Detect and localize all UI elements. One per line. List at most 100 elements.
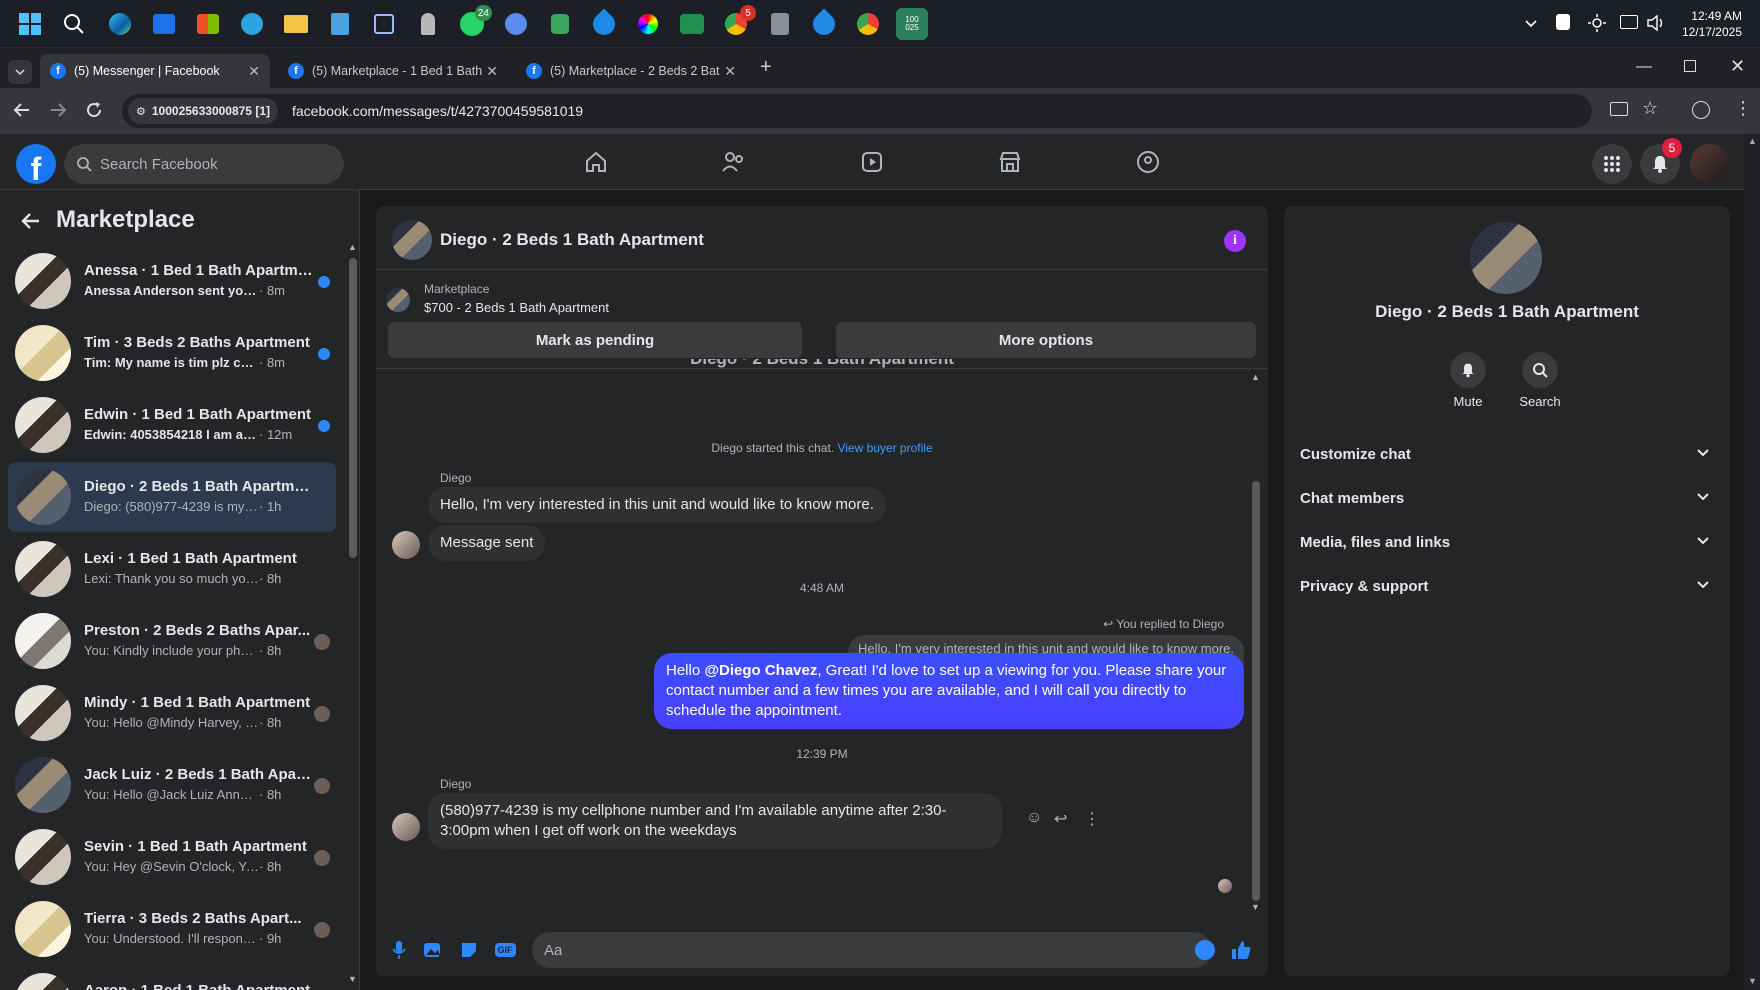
- message-input[interactable]: Aa: [532, 932, 1212, 968]
- back-icon[interactable]: [12, 100, 32, 120]
- tab-marketplace-2[interactable]: f (5) Marketplace - 2 Beds 2 Bath ✕: [516, 54, 746, 88]
- brightness-icon[interactable]: [1588, 14, 1606, 32]
- details-section-row[interactable]: Chat members: [1292, 476, 1722, 520]
- facebook-logo[interactable]: f: [16, 144, 56, 184]
- telegram-icon[interactable]: [236, 8, 268, 40]
- search-in-chat-button[interactable]: Search: [1510, 352, 1570, 409]
- conversation-item[interactable]: Preston · 2 Beds 2 Baths Apar... You: Kin…: [8, 606, 336, 676]
- edge-icon[interactable]: [104, 8, 136, 40]
- app-circle-icon[interactable]: [500, 8, 532, 40]
- microphone-icon[interactable]: [388, 939, 410, 961]
- incoming-message[interactable]: (580)977-4239 is my cellphone number and…: [428, 793, 1002, 849]
- chat-title[interactable]: Diego · 2 Beds 1 Bath Apartment: [440, 230, 704, 250]
- more-actions-icon[interactable]: ⋮: [1084, 809, 1100, 829]
- network-icon[interactable]: [1620, 15, 1638, 29]
- infinity-app-icon[interactable]: [676, 8, 708, 40]
- profile-avatar[interactable]: [1470, 222, 1542, 294]
- conversation-item[interactable]: Aaron · 1 Bed 1 Bath Apartment: [8, 966, 336, 990]
- mute-button[interactable]: Mute: [1438, 352, 1498, 409]
- profile-icon[interactable]: [1692, 101, 1710, 119]
- account-avatar[interactable]: [1690, 144, 1730, 184]
- minimize-icon[interactable]: —: [1636, 58, 1652, 76]
- store-icon[interactable]: [192, 8, 224, 40]
- menu-kebab-icon[interactable]: ⋮: [1734, 98, 1752, 119]
- chrome-profile-icon[interactable]: [852, 8, 884, 40]
- scroll-up-icon[interactable]: ▲: [1748, 136, 1757, 146]
- site-info-chip[interactable]: ⚙ 100025633000875 [1]: [128, 98, 278, 124]
- tab-marketplace-1[interactable]: f (5) Marketplace - 1 Bed 1 Bath A ✕: [278, 54, 508, 88]
- page-scrollbar[interactable]: ▲ ▼: [1744, 134, 1760, 990]
- chrome-icon[interactable]: 5: [720, 5, 756, 40]
- conversation-item[interactable]: Edwin · 1 Bed 1 Bath Apartment Edwin: 405…: [8, 390, 336, 460]
- video-nav-icon[interactable]: [816, 142, 928, 182]
- color-wheel-icon[interactable]: [632, 8, 664, 40]
- details-section-row[interactable]: Privacy & support: [1292, 564, 1722, 608]
- droplet-app-2-icon[interactable]: [808, 8, 840, 40]
- notepad-icon[interactable]: [324, 8, 356, 40]
- reply-icon[interactable]: ↩: [1054, 809, 1067, 829]
- window-close-icon[interactable]: ✕: [1730, 56, 1745, 77]
- search-icon[interactable]: [58, 8, 90, 40]
- details-section-row[interactable]: Media, files and links: [1292, 520, 1722, 564]
- windows-start-icon[interactable]: [14, 8, 46, 40]
- bookmark-star-icon[interactable]: ☆: [1642, 98, 1658, 119]
- scroll-down-icon[interactable]: ▼: [1251, 902, 1260, 912]
- more-options-button[interactable]: More options: [836, 322, 1256, 358]
- calculator-icon[interactable]: [764, 8, 796, 40]
- friends-nav-icon[interactable]: [678, 142, 790, 182]
- mark-as-pending-button[interactable]: Mark as pending: [388, 322, 802, 358]
- file-explorer-icon[interactable]: [280, 8, 312, 40]
- photo-icon[interactable]: [422, 939, 444, 961]
- details-section-row[interactable]: Customize chat: [1292, 432, 1722, 476]
- tab-messenger[interactable]: f (5) Messenger | Facebook ✕: [40, 54, 270, 88]
- incoming-message[interactable]: Message sent: [428, 525, 546, 561]
- security-icon[interactable]: [1556, 14, 1570, 30]
- app-figure-icon[interactable]: [412, 8, 444, 40]
- outlook-icon[interactable]: [148, 8, 180, 40]
- sidebar-scrollbar[interactable]: [349, 258, 357, 558]
- conversation-item[interactable]: Sevin · 1 Bed 1 Bath Apartment You: Hey @…: [8, 822, 336, 892]
- chat-scrollbar[interactable]: [1252, 481, 1260, 901]
- whatsapp-icon[interactable]: 24: [456, 5, 492, 40]
- close-icon[interactable]: ✕: [248, 63, 260, 80]
- scroll-down-icon[interactable]: ▼: [348, 974, 357, 984]
- chevron-up-icon[interactable]: [1524, 16, 1538, 30]
- chat-avatar[interactable]: [392, 220, 432, 260]
- new-tab-icon[interactable]: +: [760, 56, 772, 79]
- info-icon[interactable]: i: [1224, 230, 1246, 252]
- like-thumb-icon[interactable]: [1230, 939, 1252, 961]
- close-icon[interactable]: ✕: [724, 63, 736, 80]
- emoji-icon[interactable]: [1194, 939, 1216, 961]
- sender-avatar[interactable]: [392, 531, 420, 559]
- mention[interactable]: @Diego Chavez: [704, 662, 817, 679]
- react-icon[interactable]: ☺: [1026, 809, 1042, 827]
- sticker-icon[interactable]: [458, 939, 480, 961]
- conversation-item[interactable]: Mindy · 1 Bed 1 Bath Apartment You: Hello…: [8, 678, 336, 748]
- conversation-item[interactable]: Tierra · 3 Beds 2 Baths Apart... You: Und…: [8, 894, 336, 964]
- gauge-app-icon[interactable]: 100 025: [896, 8, 928, 40]
- reload-icon[interactable]: [84, 100, 104, 120]
- back-arrow-icon[interactable]: [20, 210, 42, 232]
- forward-icon[interactable]: [48, 100, 68, 120]
- droplet-app-icon[interactable]: [588, 8, 620, 40]
- conversation-item[interactable]: Anessa · 1 Bed 1 Bath Apartment Anessa An…: [8, 246, 336, 316]
- scroll-up-icon[interactable]: ▲: [348, 242, 357, 252]
- view-buyer-profile-link[interactable]: View buyer profile: [837, 441, 932, 455]
- listing-banner[interactable]: Marketplace $700 - 2 Beds 1 Bath Apartme…: [386, 282, 1256, 320]
- home-nav-icon[interactable]: [540, 142, 652, 182]
- marketplace-nav-icon[interactable]: [954, 142, 1066, 182]
- facebook-search-input[interactable]: Search Facebook: [64, 144, 344, 184]
- app-icon[interactable]: [368, 8, 400, 40]
- incoming-message[interactable]: Hello, I'm very interested in this unit …: [428, 487, 886, 523]
- menu-grid-icon[interactable]: [1592, 144, 1632, 184]
- close-icon[interactable]: ✕: [486, 63, 498, 80]
- system-clock[interactable]: 12:49 AM 12/17/2025: [1682, 8, 1742, 40]
- gif-icon[interactable]: GIF: [492, 939, 518, 961]
- notifications-bell-icon[interactable]: 5: [1640, 138, 1682, 184]
- groups-nav-icon[interactable]: [1092, 142, 1204, 182]
- tab-search-icon[interactable]: [8, 60, 32, 84]
- lock-app-icon[interactable]: [544, 8, 576, 40]
- conversation-item[interactable]: Tim · 3 Beds 2 Baths Apartment Tim: My na…: [8, 318, 336, 388]
- outgoing-message[interactable]: Hello @Diego Chavez, Great! I'd love to …: [654, 653, 1244, 729]
- scroll-up-icon[interactable]: ▲: [1251, 372, 1260, 382]
